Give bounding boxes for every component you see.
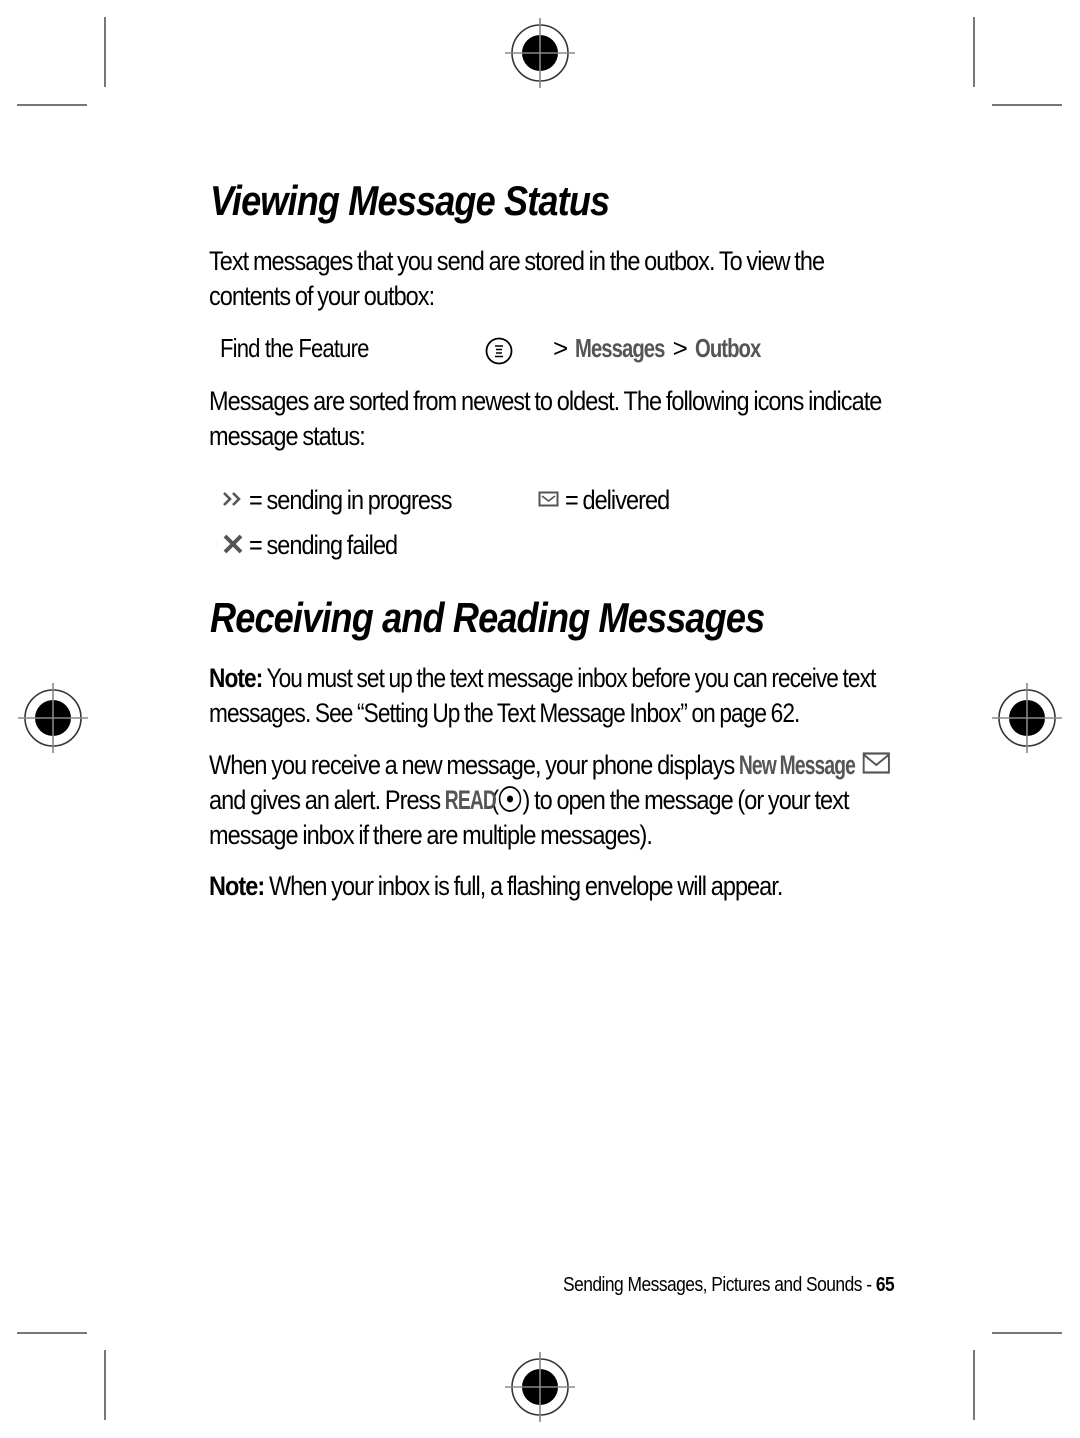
double-chevron-icon <box>223 491 241 506</box>
find-feature-label: Find the Feature <box>220 333 395 364</box>
envelope-icon <box>538 491 559 507</box>
sorted-line-1: Messages are sorted from newest to oldes… <box>209 386 882 416</box>
note-inbox-setup: Note: You must set up the text message i… <box>209 661 1002 731</box>
section-title-viewing-status: Viewing Message Status <box>210 177 674 225</box>
note-inbox-full-text: When your inbox is full, a flashing enve… <box>264 871 783 901</box>
intro-line-1: Text messages that you send are stored i… <box>209 246 825 276</box>
sorted-paragraph: Messages are sorted from newest to oldes… <box>209 384 982 454</box>
note-inbox-full: Note: When your inbox is full, a flashin… <box>209 869 868 904</box>
receive-line-2-post: ) to open the message (or your text <box>522 785 850 815</box>
menu-path-outbox[interactable]: Outbox <box>695 333 761 364</box>
crop-mark <box>973 17 975 87</box>
read-key-label: READ <box>444 785 497 815</box>
note-text-line-2[interactable]: messages. See “Setting Up the Text Messa… <box>209 696 875 731</box>
registration-mark-icon <box>505 1352 575 1422</box>
center-select-key-icon <box>499 785 522 812</box>
note-label: Note: <box>209 871 265 901</box>
status-sending-text: = sending in progress <box>249 485 453 515</box>
registration-mark-icon <box>992 683 1062 753</box>
crop-mark <box>973 1350 975 1420</box>
intro-line-2: contents of your outbox: <box>209 281 435 311</box>
crop-mark <box>992 104 1062 106</box>
registration-mark-icon <box>18 683 88 753</box>
registration-mark-icon <box>505 18 575 88</box>
new-message-label: New Message <box>738 750 856 780</box>
receive-paragraph: When you receive a new message, your pho… <box>209 748 992 853</box>
page-footer: Sending Messages, Pictures and Sounds - … <box>563 1274 944 1297</box>
status-legend-failed: = sending failed <box>222 528 420 563</box>
find-feature-text: Find the Feature <box>220 333 369 363</box>
section-title-text: Viewing Message Status <box>210 177 610 224</box>
menu-key-icon <box>485 337 513 365</box>
crop-mark <box>992 1332 1062 1334</box>
status-legend-sending: = sending in progress <box>222 483 482 518</box>
status-failed-text: = sending failed <box>249 530 398 560</box>
footer-chapter: Sending Messages, Pictures and Sounds - <box>563 1274 876 1296</box>
envelope-icon <box>862 752 890 774</box>
note-text-line-1: You must set up the text message inbox b… <box>262 663 876 693</box>
section-title-receiving: Receiving and Reading Messages <box>210 594 855 642</box>
x-mark-icon <box>223 534 243 554</box>
crop-mark <box>104 17 106 87</box>
sorted-line-2: message status: <box>209 421 366 451</box>
section-title-text: Receiving and Reading Messages <box>210 594 765 641</box>
page-number: 65 <box>875 1274 895 1296</box>
intro-paragraph: Text messages that you send are stored i… <box>209 244 916 314</box>
crop-mark <box>104 1350 106 1420</box>
path-separator: > <box>672 333 688 363</box>
status-delivered-text: = delivered <box>565 485 670 515</box>
note-label: Note: <box>209 663 263 693</box>
receive-line-2-pre: and gives an alert. Press <box>209 785 445 815</box>
menu-path-messages[interactable]: Messages <box>575 333 665 364</box>
receive-line-1: When you receive a new message, your pho… <box>209 750 739 780</box>
menu-path: > Messages > Outbox <box>553 333 761 364</box>
receive-line-3: message inbox if there are multiple mess… <box>209 820 653 850</box>
status-legend-delivered: = delivered <box>538 483 685 518</box>
crop-mark <box>17 1332 87 1334</box>
path-separator: > <box>553 333 569 363</box>
crop-mark <box>17 104 87 106</box>
